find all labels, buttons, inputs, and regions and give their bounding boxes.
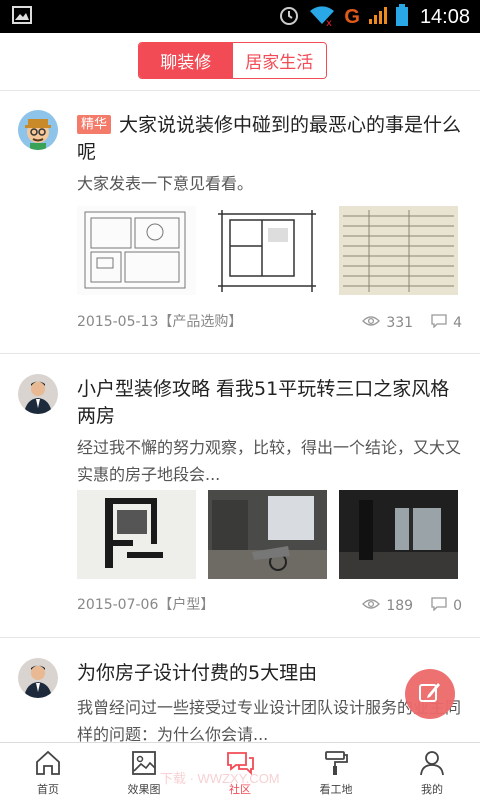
post-title[interactable]: 精华 大家说说装修中碰到的最恶心的事是什么呢 bbox=[77, 112, 462, 166]
clock: 14:08 bbox=[419, 5, 470, 28]
post-image[interactable] bbox=[77, 206, 196, 295]
post-title[interactable]: 为你房子设计付费的5大理由 bbox=[77, 660, 462, 687]
comment-count: 4 bbox=[453, 315, 462, 331]
pencil-icon bbox=[418, 680, 442, 708]
eye-icon bbox=[362, 598, 381, 614]
post-image[interactable] bbox=[339, 206, 458, 295]
post-feed[interactable]: 精华 大家说说装修中碰到的最恶心的事是什么呢 大家发表一下意见看看。 2015-0… bbox=[0, 92, 480, 742]
post-image[interactable] bbox=[339, 490, 458, 579]
tab-profile[interactable]: 我的 bbox=[384, 743, 480, 800]
avatar[interactable] bbox=[18, 658, 58, 698]
post-meta: 2015-05-13【产品选购】 bbox=[77, 311, 242, 331]
wifi-icon: x bbox=[308, 4, 336, 30]
post-card[interactable]: 精华 大家说说装修中碰到的最恶心的事是什么呢 大家发表一下意见看看。 2015-0… bbox=[0, 92, 480, 354]
post-images bbox=[77, 490, 458, 579]
view-count: 189 bbox=[386, 598, 414, 614]
top-header: 聊装修 居家生活 bbox=[0, 33, 480, 91]
post-date: 2015-05-13 bbox=[77, 314, 159, 330]
post-image[interactable] bbox=[208, 490, 327, 579]
post-description: 大家发表一下意见看看。 bbox=[77, 174, 254, 193]
status-bar: x G 14:08 bbox=[0, 0, 480, 33]
watermark: 下载 · WWZXY.COM bbox=[160, 771, 280, 786]
home-icon bbox=[34, 750, 62, 781]
tab-label: 效果图 bbox=[127, 783, 161, 796]
post-meta: 2015-07-06【户型】 bbox=[77, 594, 214, 614]
carrier-label: G bbox=[344, 5, 360, 28]
tab-label: 看工地 bbox=[319, 783, 353, 796]
image-icon bbox=[130, 750, 158, 781]
post-category[interactable]: 【户型】 bbox=[158, 597, 214, 613]
paint-roller-icon bbox=[322, 750, 350, 781]
tab-chat-decoration[interactable]: 聊装修 bbox=[139, 43, 233, 78]
alarm-icon bbox=[278, 4, 300, 30]
post-date: 2015-07-06 bbox=[77, 597, 159, 613]
compose-post-button[interactable] bbox=[405, 669, 455, 719]
post-title[interactable]: 小户型装修攻略 看我51平玩转三口之家风格两房 bbox=[77, 376, 462, 430]
comment-count: 0 bbox=[453, 598, 462, 614]
comment-icon bbox=[431, 597, 447, 615]
tab-site-visit[interactable]: 看工地 bbox=[288, 743, 384, 800]
post-description: 经过我不懈的努力观察，比较，得出一个结论，又大又实惠的房子地段会... bbox=[77, 438, 462, 484]
eye-icon bbox=[362, 315, 381, 331]
view-count: 331 bbox=[386, 315, 414, 331]
post-stats: 189 0 bbox=[362, 597, 462, 615]
post-card[interactable]: 小户型装修攻略 看我51平玩转三口之家风格两房 经过我不懈的努力观察，比较，得出… bbox=[0, 354, 480, 638]
tab-home-life[interactable]: 居家生活 bbox=[232, 43, 326, 78]
featured-badge: 精华 bbox=[77, 115, 112, 134]
comment-icon bbox=[431, 314, 447, 332]
post-category[interactable]: 【产品选购】 bbox=[158, 314, 242, 330]
post-description: 我曾经问过一些接受过专业设计团队设计服务的业主同样的问题：为什么你会请... bbox=[77, 698, 462, 742]
svg-text:x: x bbox=[326, 18, 332, 26]
person-icon bbox=[418, 750, 446, 781]
battery-icon bbox=[395, 4, 408, 30]
post-image[interactable] bbox=[208, 206, 327, 295]
signal-icon bbox=[368, 5, 388, 29]
avatar[interactable] bbox=[18, 110, 58, 150]
post-title-text: 大家说说装修中碰到的最恶心的事是什么呢 bbox=[77, 114, 462, 163]
post-stats: 331 4 bbox=[362, 314, 462, 332]
avatar[interactable] bbox=[18, 374, 58, 414]
category-switch: 聊装修 居家生活 bbox=[138, 42, 327, 79]
tab-label: 首页 bbox=[37, 783, 59, 796]
gallery-notification-icon bbox=[12, 6, 32, 28]
tab-home[interactable]: 首页 bbox=[0, 743, 96, 800]
tab-label: 我的 bbox=[421, 783, 443, 796]
post-image[interactable] bbox=[77, 490, 196, 579]
post-images bbox=[77, 206, 458, 295]
